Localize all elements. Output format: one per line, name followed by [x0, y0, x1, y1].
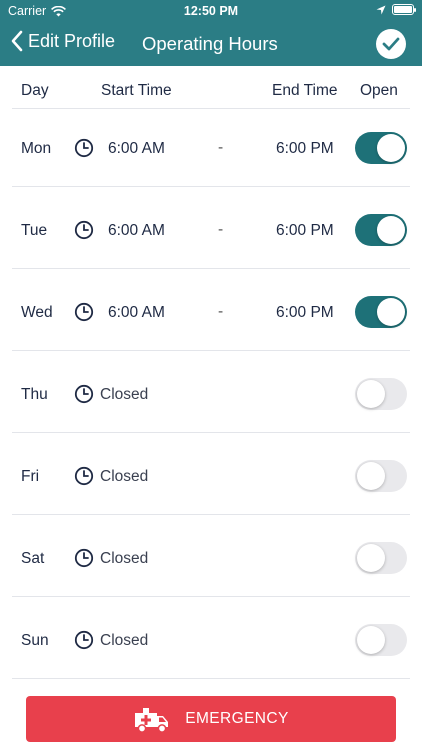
divider	[12, 514, 410, 515]
header-end-time: End Time	[272, 82, 338, 99]
table-row: Thu Closed	[0, 354, 422, 436]
table-row: Fri Closed	[0, 436, 422, 518]
open-toggle[interactable]	[355, 624, 407, 656]
day-label: Sun	[21, 632, 49, 649]
divider	[12, 186, 410, 187]
status-right	[376, 4, 416, 15]
day-label: Tue	[21, 222, 48, 239]
end-time[interactable]: 6:00 PM	[276, 304, 334, 322]
open-toggle[interactable]	[355, 296, 407, 328]
end-time[interactable]: 6:00 PM	[276, 140, 334, 158]
nav-bar: Edit Profile Operating Hours	[0, 22, 422, 66]
time-separator: -	[218, 221, 224, 238]
day-label: Sat	[21, 550, 45, 567]
closed-status: Closed	[100, 632, 149, 649]
open-toggle[interactable]	[355, 378, 407, 410]
toggle-knob	[377, 134, 405, 162]
toggle-knob	[357, 380, 385, 408]
closed-status: Closed	[100, 386, 149, 403]
end-time[interactable]: 6:00 PM	[276, 222, 334, 240]
top-bar: Carrier 12:50 PM Edit Profile Operating …	[0, 0, 422, 66]
back-button[interactable]: Edit Profile	[10, 30, 115, 52]
table-row: Sun Closed	[0, 600, 422, 682]
time-separator: -	[218, 139, 224, 156]
clock-icon[interactable]	[74, 466, 94, 486]
closed-status: Closed	[100, 550, 149, 567]
toggle-knob	[357, 626, 385, 654]
start-time[interactable]: 6:00 AM	[108, 304, 165, 322]
closed-status: Closed	[100, 468, 149, 485]
toggle-knob	[357, 462, 385, 490]
table-row: Mon 6:00 AM - 6:00 PM	[0, 108, 422, 190]
clock-icon[interactable]	[74, 548, 94, 568]
toggle-knob	[377, 298, 405, 326]
clock-icon[interactable]	[74, 384, 94, 404]
emergency-button[interactable]: EMERGENCY	[26, 696, 396, 742]
header-start-time: Start Time	[101, 82, 172, 99]
table-row: Wed 6:00 AM - 6:00 PM	[0, 272, 422, 354]
divider	[12, 350, 410, 351]
emergency-label: EMERGENCY	[185, 710, 289, 727]
back-label: Edit Profile	[28, 30, 116, 51]
divider	[12, 596, 410, 597]
time-separator: -	[218, 303, 224, 320]
day-label: Wed	[21, 304, 53, 321]
battery-icon	[392, 4, 416, 15]
clock-icon[interactable]	[74, 302, 94, 322]
toggle-knob	[357, 544, 385, 572]
table-header: Day Start Time End Time Open	[0, 66, 422, 110]
open-toggle[interactable]	[355, 132, 407, 164]
day-label: Mon	[21, 140, 52, 157]
ambulance-icon	[135, 708, 169, 733]
day-label: Thu	[21, 386, 48, 403]
clock-icon[interactable]	[74, 138, 94, 158]
checkmark-icon	[382, 37, 400, 51]
open-toggle[interactable]	[355, 460, 407, 492]
toggle-knob	[377, 216, 405, 244]
status-time: 12:50 PM	[183, 4, 239, 18]
open-toggle[interactable]	[355, 542, 407, 574]
header-day: Day	[21, 82, 49, 99]
save-button[interactable]	[376, 29, 406, 59]
location-arrow-icon	[376, 5, 386, 14]
clock-icon[interactable]	[74, 630, 94, 650]
header-open: Open	[360, 82, 398, 99]
start-time[interactable]: 6:00 AM	[108, 222, 165, 240]
divider	[12, 268, 410, 269]
day-label: Fri	[21, 468, 40, 485]
open-toggle[interactable]	[355, 214, 407, 246]
clock-icon[interactable]	[74, 220, 94, 240]
table-row: Tue 6:00 AM - 6:00 PM	[0, 190, 422, 272]
start-time[interactable]: 6:00 AM	[108, 140, 165, 158]
table-row: Sat Closed	[0, 518, 422, 600]
page-title: Operating Hours	[142, 33, 278, 54]
chevron-left-icon	[11, 30, 23, 52]
status-bar: Carrier 12:50 PM	[0, 0, 422, 22]
divider	[12, 432, 410, 433]
divider	[12, 678, 410, 679]
